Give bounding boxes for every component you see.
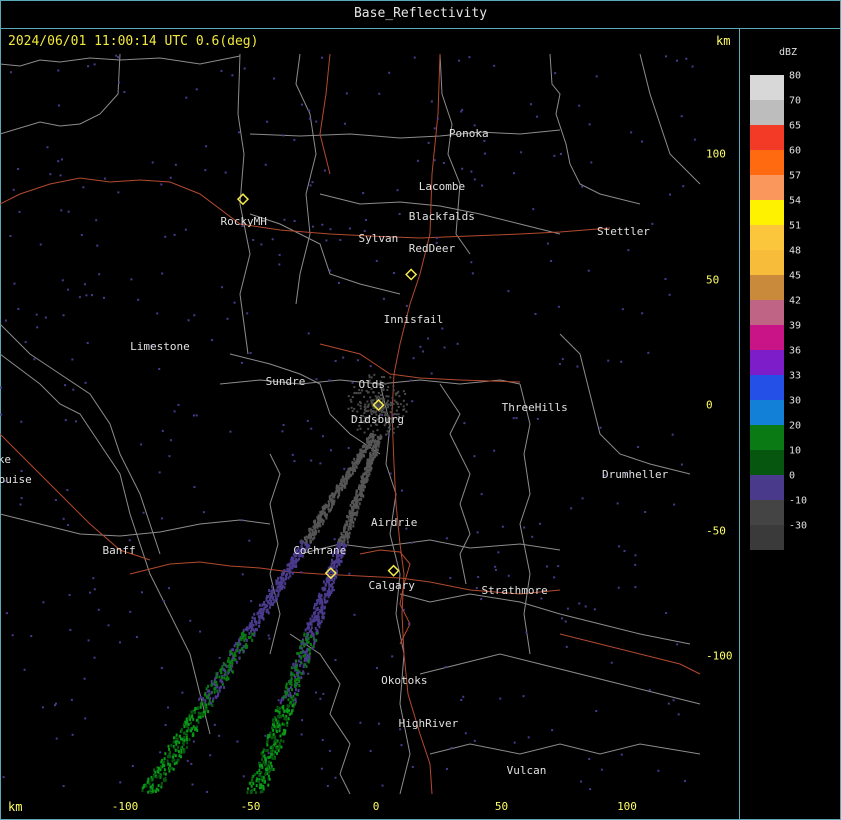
place-label: Innisfail: [383, 312, 444, 326]
legend-swatch: [750, 425, 784, 450]
reflectivity-returns: [0, 54, 696, 794]
legend-swatch: [750, 525, 784, 550]
place-label: Limestone: [130, 340, 190, 354]
y-tick-label: 0: [706, 398, 713, 412]
legend-swatch: [750, 475, 784, 500]
x-tick-label: 50: [494, 800, 509, 813]
place-label: Lake: [0, 453, 12, 467]
place-label: Okotoks: [381, 674, 428, 688]
legend-swatch: [750, 250, 784, 275]
legend-swatch: [750, 200, 784, 225]
place-label: Vulcan: [506, 764, 547, 778]
legend-swatch: [750, 325, 784, 350]
x-tick-label: 100: [617, 800, 637, 813]
place-label: Banff: [102, 543, 136, 557]
product-title: Base_Reflectivity: [353, 6, 488, 21]
place-label: HighRiver: [398, 716, 459, 730]
place-label: Sylvan: [358, 232, 399, 246]
legend-swatch: [750, 350, 784, 375]
y-tick-label: 50: [706, 273, 720, 286]
place-label: Stettler: [596, 224, 650, 238]
legend-swatch: [750, 300, 784, 325]
legend-level-label: 65: [789, 120, 802, 132]
place-label: Strathmore: [481, 583, 548, 597]
place-label: ThreeHills: [501, 400, 568, 414]
legend-level-label: 51: [789, 220, 802, 232]
place-label: Cochrane: [293, 543, 347, 557]
legend-level-label: -10: [789, 495, 808, 507]
place-label: Calgary: [368, 578, 415, 592]
legend-level-label: 0: [789, 470, 796, 482]
x-tick-label: -50: [240, 800, 261, 813]
legend-swatch: [750, 125, 784, 150]
scan-timestamp: 2024/06/01 11:00:14 UTC 0.6(deg): [8, 34, 259, 49]
place-label: Blackfalds: [408, 209, 475, 223]
legend-swatch: [750, 225, 784, 250]
legend-level-label: 45: [789, 270, 802, 282]
y-tick-label: -100: [706, 649, 733, 663]
place-label: Lacombe: [418, 179, 466, 193]
y-tick-label: 100: [706, 147, 726, 161]
x-axis-unit: km: [8, 800, 23, 814]
legend-unit: dBZ: [779, 47, 798, 58]
legend-level-label: 33: [789, 370, 802, 382]
place-label: Olds: [358, 377, 386, 391]
x-tick-label: 0: [372, 800, 380, 813]
legend-level-label: 39: [789, 320, 802, 332]
radar-site-marker: [405, 268, 418, 281]
legend-swatch: [750, 500, 784, 525]
place-label: Drumheller: [601, 468, 669, 482]
legend-swatch: [750, 450, 784, 475]
x-tick-label: -100: [111, 800, 139, 813]
radar-site-marker: [387, 564, 400, 577]
legend-level-label: 70: [789, 95, 802, 107]
legend-level-label: 48: [789, 245, 802, 257]
legend-level-label: 30: [789, 395, 802, 407]
legend-level-label: -30: [789, 520, 808, 532]
legend-swatch: [750, 75, 784, 100]
legend-level-label: 42: [789, 295, 802, 307]
y-axis-unit: km: [716, 34, 731, 48]
legend-swatch: [750, 175, 784, 200]
place-label: Ponoka: [448, 126, 489, 140]
legend-level-label: 60: [789, 145, 802, 157]
legend-level-label: 54: [789, 195, 802, 207]
place-label: Didsburg: [350, 413, 404, 427]
legend-level-label: 36: [789, 345, 802, 357]
place-label: Airdrie: [371, 515, 418, 529]
legend-swatch: [750, 400, 784, 425]
y-tick-label: -50: [706, 524, 726, 537]
place-label: Sundre: [265, 375, 306, 389]
place-label: RedDeer: [408, 242, 456, 256]
legend-swatch: [750, 275, 784, 300]
place-label: RockyMH: [220, 214, 267, 228]
legend-level-label: 10: [789, 445, 802, 457]
place-label: Louise: [0, 473, 32, 487]
radar-site-marker: [236, 193, 250, 206]
legend-swatch: [750, 375, 784, 400]
legend-level-label: 20: [789, 420, 802, 432]
legend-swatch: [750, 150, 784, 175]
legend-level-label: 80: [789, 70, 802, 82]
legend-level-label: 57: [789, 170, 802, 182]
legend-swatch: [750, 100, 784, 125]
